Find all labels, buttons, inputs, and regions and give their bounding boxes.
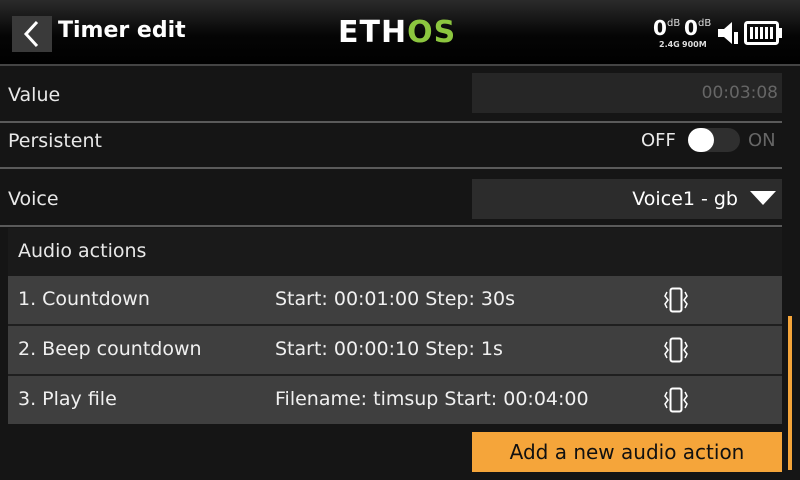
audio-actions-title: Audio actions bbox=[18, 240, 147, 262]
voice-value: Voice1 - gb bbox=[632, 188, 738, 210]
divider bbox=[0, 225, 782, 227]
audio-action-row[interactable]: 1. Countdown Start: 00:01:00 Step: 30s bbox=[8, 276, 782, 324]
page-title: Timer edit bbox=[58, 18, 186, 43]
audio-action-row[interactable]: 3. Play file Filename: timsup Start: 00:… bbox=[8, 376, 782, 424]
top-bar: Timer edit ETHOS 0 dB 2.4G 0 dB 900M bbox=[0, 0, 800, 66]
action-detail: Start: 00:00:10 Step: 1s bbox=[275, 338, 503, 360]
divider bbox=[0, 121, 782, 123]
value-field[interactable]: 00:03:08 bbox=[472, 73, 782, 113]
caret-down-icon bbox=[750, 191, 776, 205]
rssi-24ghz: 0 dB 2.4G bbox=[653, 16, 681, 49]
audio-action-row[interactable]: 2. Beep countdown Start: 00:00:10 Step: … bbox=[8, 326, 782, 374]
value-label: Value bbox=[8, 84, 61, 106]
vibrate-icon bbox=[664, 337, 688, 363]
action-detail: Start: 00:01:00 Step: 30s bbox=[275, 288, 516, 310]
chevron-left-icon bbox=[23, 20, 39, 48]
toggle-off-label: OFF bbox=[641, 130, 676, 151]
ethos-logo: ETHOS bbox=[338, 15, 457, 50]
speaker-icon[interactable] bbox=[716, 20, 740, 46]
battery-icon bbox=[744, 21, 782, 45]
action-detail: Filename: timsup Start: 00:04:00 bbox=[275, 388, 589, 410]
action-name: 3. Play file bbox=[18, 388, 117, 410]
rssi-900mhz: 0 dB 900M bbox=[682, 16, 712, 49]
action-name: 2. Beep countdown bbox=[18, 338, 202, 360]
divider bbox=[0, 167, 782, 169]
back-button[interactable] bbox=[12, 16, 52, 52]
add-audio-action-button[interactable]: Add a new audio action bbox=[472, 432, 782, 472]
toggle-on-label: ON bbox=[748, 130, 776, 151]
vibrate-icon bbox=[664, 287, 688, 313]
voice-select[interactable]: Voice1 - gb bbox=[472, 179, 782, 219]
toggle-knob[interactable] bbox=[688, 128, 714, 152]
voice-label: Voice bbox=[8, 188, 59, 210]
action-name: 1. Countdown bbox=[18, 288, 150, 310]
persistent-label: Persistent bbox=[8, 130, 102, 152]
scrollbar[interactable] bbox=[788, 316, 792, 470]
vibrate-icon bbox=[664, 387, 688, 413]
